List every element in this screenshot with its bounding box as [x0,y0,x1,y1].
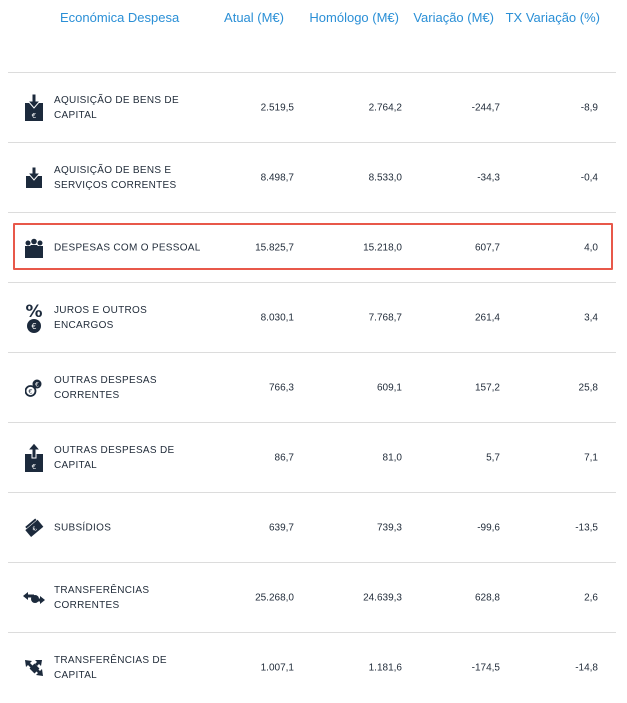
svg-text:€: € [31,322,36,331]
value-variacao: 157,2 [474,382,500,393]
value-atual: 1.007,1 [260,662,294,674]
value-atual: 86,7 [274,452,294,463]
header-economica-despesa[interactable]: Económica Despesa [60,10,179,25]
value-homologo: 609,1 [376,382,402,393]
value-atual: 2.519,5 [260,102,294,113]
table-row[interactable]: € SUBSÍDIOS 639,7 739,3 -99,6 -13,5 [8,493,616,563]
row-label: DESPESAS COM O PESSOAL [54,242,201,253]
svg-text:€: € [35,381,39,388]
table-row[interactable]: € AQUISIÇÃO DE BENS DE CAPITAL 2.519,5 2… [8,73,616,143]
value-homologo: 8.533,0 [368,172,402,183]
value-homologo: 739,3 [376,522,402,533]
value-homologo: 15.218,0 [363,242,402,253]
transfer-current-icon [22,583,46,613]
subsidy-icon: € [22,513,46,543]
value-variacao: -34,3 [477,172,500,183]
value-tx-variacao: -14,8 [575,662,598,674]
row-label: OUTRAS DESPESAS CORRENTES [54,374,157,401]
value-variacao: -244,7 [471,102,500,113]
value-atual: 15.825,7 [255,242,294,253]
capital-goods-icon: € [22,93,46,123]
row-label: TRANSFERÊNCIAS DE CAPITAL [54,655,167,681]
people-icon [22,233,46,263]
value-tx-variacao: 3,4 [584,312,598,323]
row-label: SUBSÍDIOS [54,522,112,533]
transfer-capital-icon [22,653,46,683]
value-tx-variacao: -8,9 [580,102,598,113]
svg-text:€: € [28,387,32,395]
value-atual: 639,7 [268,522,294,533]
row-label: AQUISIÇÃO DE BENS E SERVIÇOS CORRENTES [54,164,177,191]
table-header: Económica Despesa Atual (M€) Homólogo (M… [0,0,627,72]
row-label: JUROS E OUTROS ENCARGOS [54,304,148,331]
row-label: AQUISIÇÃO DE BENS DE CAPITAL [54,94,179,121]
value-tx-variacao: -13,5 [575,522,598,533]
table-row[interactable]: DESPESAS COM O PESSOAL 15.825,7 15.218,0… [8,213,616,283]
table-row[interactable]: € € OUTRAS DESPESAS CORRENTES 766,3 609,… [8,353,616,423]
table-row[interactable]: TRANSFERÊNCIAS CORRENTES 25.268,0 24.639… [8,563,616,633]
table-row[interactable]: AQUISIÇÃO DE BENS E SERVIÇOS CORRENTES 8… [8,143,616,213]
header-tx-variacao[interactable]: TX Variação (%) [506,10,600,25]
value-tx-variacao: 7,1 [584,452,598,463]
value-homologo: 7.768,7 [368,312,402,323]
expense-table: € AQUISIÇÃO DE BENS DE CAPITAL 2.519,5 2… [8,73,616,703]
row-label: OUTRAS DESPESAS DE CAPITAL [54,444,175,471]
value-tx-variacao: 2,6 [584,592,598,603]
table-row[interactable]: TRANSFERÊNCIAS DE CAPITAL 1.007,1 1.181,… [8,633,616,703]
value-variacao: 261,4 [474,312,500,323]
table-row[interactable]: % € JUROS E OUTROS ENCARGOS 8.030,1 7.76… [8,283,616,353]
value-atual: 8.498,7 [260,172,294,183]
value-atual: 8.030,1 [260,312,294,323]
goods-services-icon [22,163,46,193]
capital-up-icon: € [22,442,46,473]
svg-text:€: € [32,463,36,471]
value-homologo: 2.764,2 [368,102,402,113]
percent-euro-icon: % € [22,302,46,333]
header-atual[interactable]: Atual (M€) [224,10,284,25]
value-homologo: 1.181,6 [368,662,402,674]
table-row[interactable]: € OUTRAS DESPESAS DE CAPITAL 86,7 81,0 5… [8,423,616,493]
svg-text:€: € [32,112,36,120]
value-tx-variacao: 4,0 [584,242,598,253]
value-atual: 766,3 [268,382,294,393]
header-homologo[interactable]: Homólogo (M€) [309,10,399,25]
value-variacao: -174,5 [471,662,500,674]
value-variacao: -99,6 [477,522,500,533]
value-tx-variacao: 25,8 [578,382,598,393]
coins-icon: € € [22,373,46,403]
value-homologo: 81,0 [382,452,402,463]
value-variacao: 5,7 [486,452,500,463]
value-atual: 25.268,0 [255,592,294,603]
value-tx-variacao: -0,4 [580,172,598,183]
header-variacao[interactable]: Variação (M€) [413,10,494,25]
value-homologo: 24.639,3 [363,592,402,603]
value-variacao: 607,7 [474,242,500,253]
value-variacao: 628,8 [474,592,500,603]
row-label: TRANSFERÊNCIAS CORRENTES [54,584,150,611]
